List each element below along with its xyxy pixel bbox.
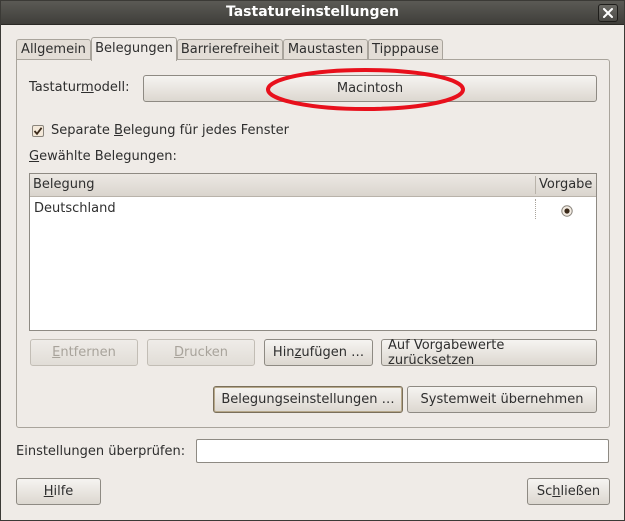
tab-accessibility[interactable]: Barrierefreiheit: [177, 39, 283, 60]
layout-options-button[interactable]: Belegungseinstellungen …: [213, 386, 403, 413]
layouts-list[interactable]: Belegung Vorgabe Deutschland: [29, 173, 597, 331]
keyboard-preferences-window: Tastatureinstellungen Allgemein Belegung…: [0, 0, 625, 521]
title-bar[interactable]: Tastatureinstellungen: [1, 1, 624, 25]
tab-mouse-keys[interactable]: Maustasten: [283, 39, 368, 60]
column-separator: [535, 176, 536, 194]
help-button[interactable]: Hilfe: [16, 478, 101, 505]
checkmark-icon: [33, 127, 43, 136]
keyboard-model-label: Tastaturmodell:: [29, 80, 130, 95]
reset-to-defaults-button[interactable]: Auf Vorgabewerte zurücksetzen: [381, 338, 597, 368]
tab-layouts[interactable]: Belegungen: [91, 37, 177, 61]
separate-layout-checkbox[interactable]: [32, 125, 44, 137]
test-settings-label: Einstellungen überprüfen:: [16, 444, 186, 459]
window-title: Tastatureinstellungen: [225, 4, 400, 20]
keyboard-model-button[interactable]: Macintosh: [143, 75, 597, 102]
list-header: Belegung Vorgabe: [30, 174, 596, 197]
test-settings-input[interactable]: [196, 439, 609, 463]
close-button[interactable]: Sc h ließen: [527, 478, 610, 505]
default-radio[interactable]: [561, 205, 573, 217]
cell-separator: [535, 199, 537, 219]
column-header-default[interactable]: Vorgabe: [539, 177, 592, 192]
print-button[interactable]: Drucken: [147, 339, 255, 366]
tab-general[interactable]: Allgemein: [16, 39, 91, 60]
selected-layouts-label: Gewählte Belegungen:: [29, 149, 177, 164]
layout-name-cell: Deutschland: [34, 201, 116, 216]
add-button[interactable]: Hin z ufügen …: [264, 339, 373, 366]
tab-typing-break[interactable]: Tipppause: [368, 39, 443, 60]
window-close-button[interactable]: [598, 4, 618, 22]
table-row[interactable]: Deutschland: [30, 197, 596, 219]
apply-system-wide-button[interactable]: Systemweit übernehmen: [407, 386, 597, 413]
column-header-layout[interactable]: Belegung: [33, 177, 95, 192]
separate-layout-label[interactable]: Separate Belegung für jedes Fenster: [51, 123, 289, 138]
close-icon: [603, 8, 613, 18]
remove-button[interactable]: Entfernen: [30, 339, 138, 366]
